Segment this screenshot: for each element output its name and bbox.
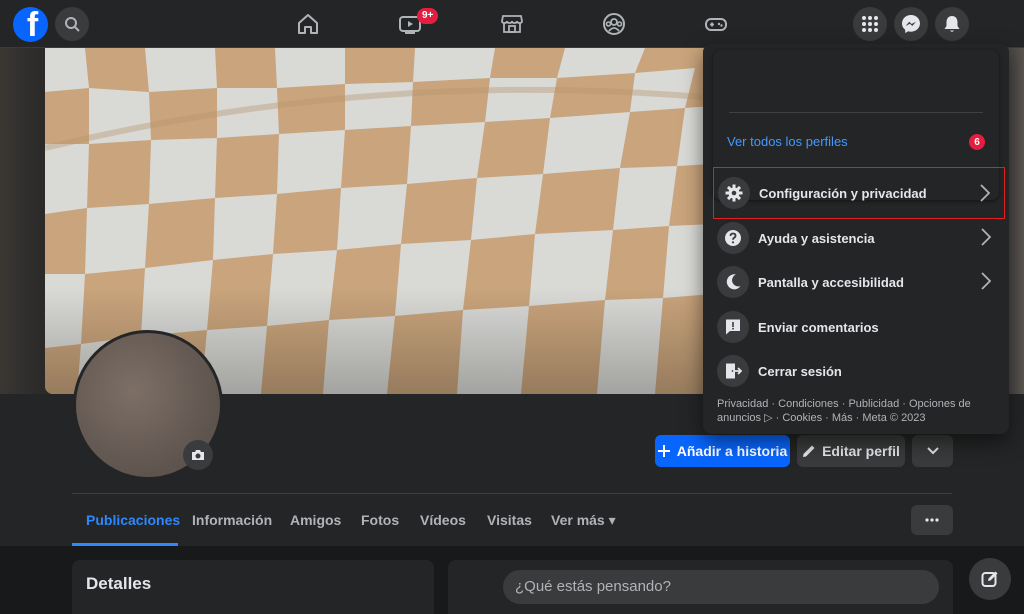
menu-item-configuracion[interactable]: Configuración y privacidad — [713, 167, 1005, 219]
profile-options-dropdown-button[interactable] — [912, 435, 953, 467]
tabs-divider — [72, 493, 952, 494]
messenger-icon — [902, 15, 920, 33]
facebook-logo[interactable]: f — [13, 7, 48, 42]
add-to-story-label: Añadir a historia — [676, 443, 788, 459]
menu-item-label: Enviar comentarios — [758, 319, 879, 335]
more-options-button[interactable] — [911, 505, 953, 535]
account-menu: Ver todos los perfiles 6 Configuración y… — [703, 44, 1009, 434]
bell-icon — [944, 16, 960, 32]
tab-informacion[interactable]: Información — [192, 512, 272, 528]
messenger-button[interactable] — [894, 7, 928, 41]
tab-videos[interactable]: Vídeos — [420, 512, 466, 528]
post-composer-card: ¿Qué estás pensando? — [448, 560, 953, 614]
menu-item-ayuda[interactable]: Ayuda y asistencia — [713, 216, 1005, 260]
top-navigation-bar: f 9+ — [0, 0, 1024, 48]
tab-visitas[interactable]: Visitas — [487, 512, 532, 528]
menu-item-label: Configuración y privacidad — [759, 185, 927, 201]
active-tab-indicator — [72, 543, 178, 546]
camera-icon — [192, 450, 204, 460]
search-button[interactable] — [55, 7, 89, 41]
chevron-right-icon — [981, 272, 991, 290]
menu-grid-icon — [862, 16, 878, 32]
add-to-story-button[interactable]: Añadir a historia — [655, 435, 790, 467]
moon-icon — [717, 266, 749, 298]
more-dots-icon — [925, 518, 939, 522]
menu-item-label: Ayuda y asistencia — [758, 230, 875, 246]
tab-ver-mas[interactable]: Ver más ▾ — [551, 512, 616, 529]
new-message-button[interactable] — [969, 558, 1011, 600]
tab-fotos[interactable]: Fotos — [361, 512, 399, 528]
plus-icon — [657, 445, 670, 457]
video-notification-badge: 9+ — [417, 8, 439, 24]
chevron-right-icon — [980, 184, 990, 202]
gaming-icon[interactable] — [704, 12, 728, 36]
facebook-logo-letter: f — [26, 7, 39, 42]
edit-profile-button[interactable]: Editar perfil — [797, 435, 905, 467]
help-icon — [717, 222, 749, 254]
menu-item-pantalla[interactable]: Pantalla y accesibilidad — [713, 260, 1005, 304]
feedback-icon — [717, 311, 749, 343]
chevron-right-icon — [981, 228, 991, 246]
edit-profile-label: Editar perfil — [822, 443, 900, 459]
post-composer-input[interactable]: ¿Qué estás pensando? — [503, 570, 939, 604]
menu-button[interactable] — [853, 7, 887, 41]
tab-amigos[interactable]: Amigos — [290, 512, 341, 528]
menu-item-label: Pantalla y accesibilidad — [758, 274, 904, 290]
details-title: Detalles — [86, 574, 152, 593]
profiles-count-badge: 6 — [969, 134, 985, 150]
logout-icon — [717, 355, 749, 387]
notifications-button[interactable] — [935, 7, 969, 41]
change-avatar-button[interactable] — [183, 440, 213, 470]
tab-publicaciones[interactable]: Publicaciones — [86, 512, 180, 528]
chevron-down-icon — [926, 447, 939, 455]
groups-icon[interactable] — [602, 12, 626, 36]
menu-item-enviar-comentarios[interactable]: Enviar comentarios — [713, 305, 1005, 349]
see-all-profiles-link[interactable]: Ver todos los perfiles — [727, 134, 848, 149]
search-icon — [65, 17, 80, 32]
gear-icon — [718, 177, 750, 209]
marketplace-icon[interactable] — [500, 12, 524, 36]
menu-item-label: Cerrar sesión — [758, 363, 842, 379]
compose-icon — [981, 571, 998, 587]
menu-footer-links[interactable]: Privacidad · Condiciones · Publicidad · … — [717, 397, 997, 425]
home-icon[interactable] — [296, 12, 320, 36]
details-card: Detalles — [72, 560, 434, 614]
profiles-divider — [729, 112, 983, 113]
pencil-icon — [803, 445, 815, 457]
menu-item-cerrar-sesion[interactable]: Cerrar sesión — [713, 349, 1005, 393]
